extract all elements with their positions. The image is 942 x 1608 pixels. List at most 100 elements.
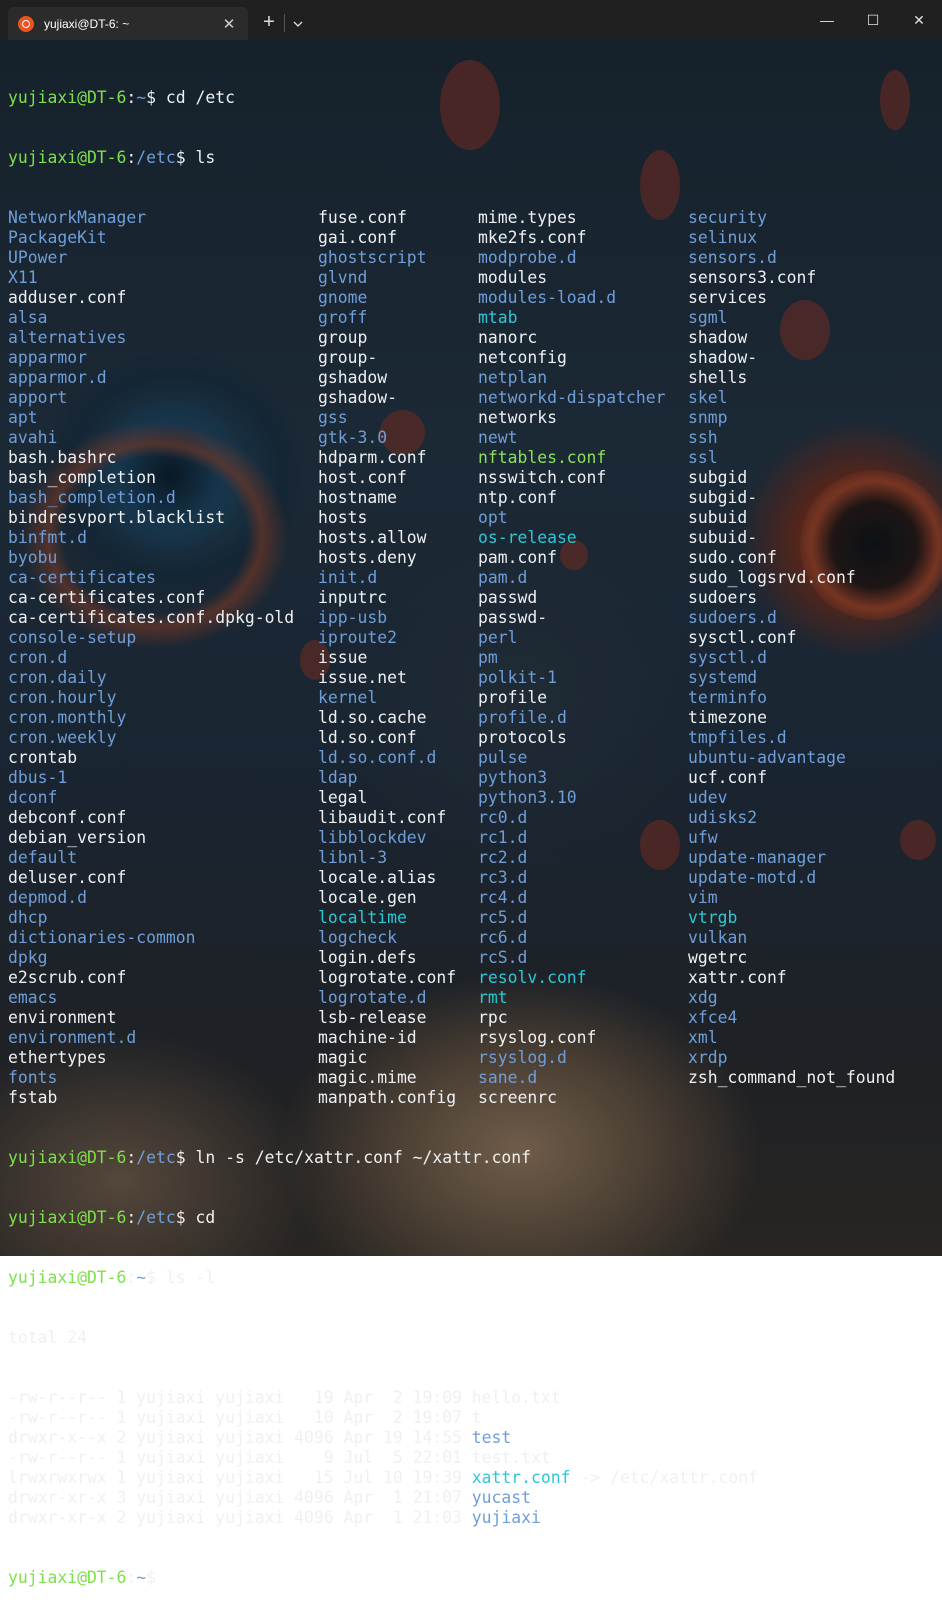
directory-entry: apparmor (8, 348, 87, 367)
file-entry: shadow- (688, 348, 758, 367)
prompt-line: yujiaxi@DT-6:~$ cd /etc (8, 88, 235, 107)
ls-row: dhcp localtime rc5.d vtrgb (8, 908, 938, 928)
directory-entry: logrotate.d (318, 988, 427, 1007)
ls-row: dpkg login.defs rcS.d wgetrc (8, 948, 938, 968)
prompt-user: yujiaxi@DT-6 (8, 1208, 127, 1227)
directory-entry: depmod.d (8, 888, 87, 907)
directory-entry: pm (478, 648, 498, 667)
file-entry: ucf.conf (688, 768, 767, 787)
directory-entry: ssl (688, 448, 718, 467)
directory-entry: xfce4 (688, 1008, 738, 1027)
file-entry: legal (318, 788, 368, 807)
directory-entry: logcheck (318, 928, 397, 947)
ls-row: apt gss networks snmp (8, 408, 938, 428)
file-entry: bash.bashrc (8, 448, 117, 467)
maximize-button[interactable]: ☐ (850, 0, 896, 40)
prompt-line: yujiaxi@DT-6:/etc$ ln -s /etc/xattr.conf… (8, 1148, 532, 1167)
file-entry: mime.types (478, 208, 577, 227)
symlink-target: -> /etc/xattr.conf (570, 1468, 758, 1487)
ls-row: ca-certificates.conf inputrc passwd sudoers (8, 588, 938, 608)
file-entry: machine-id (318, 1028, 417, 1047)
directory-entry: ssh (688, 428, 718, 447)
file-entry: subuid (688, 508, 748, 527)
directory-entry: xrdp (688, 1048, 728, 1067)
prompt-line: yujiaxi@DT-6:/etc$ cd (8, 1208, 216, 1227)
directory-entry: ubuntu-advantage (688, 748, 846, 767)
directory-entry: networkd-dispatcher (478, 388, 666, 407)
directory-entry: gtk-3.0 (318, 428, 388, 447)
prompt-path: /etc (136, 1208, 176, 1227)
file-entry: passwd (478, 588, 538, 607)
directory-entry: pam.d (478, 568, 528, 587)
file-metadata: drwxr-xr-x 3 yujiaxi yujiaxi 4096 Apr 1 … (8, 1488, 472, 1507)
file-entry: host.conf (318, 468, 407, 487)
file-entry: issue (318, 648, 368, 667)
file-entry: wgetrc (688, 948, 748, 967)
file-entry: hosts.deny (318, 548, 417, 567)
tab-dropdown-button[interactable] (285, 7, 311, 40)
tab-title: yujiaxi@DT-6: ~ (44, 16, 130, 31)
symlink-entry: resolv.conf (478, 968, 587, 987)
directory-entry: libnl-3 (318, 848, 388, 867)
directory-entry: dconf (8, 788, 58, 807)
file-entry: timezone (688, 708, 767, 727)
directory-entry: perl (478, 628, 518, 647)
directory-entry: groff (318, 308, 368, 327)
close-window-button[interactable]: ✕ (896, 0, 942, 40)
file-entry: fstab (8, 1088, 58, 1107)
file-entry: hostname (318, 488, 397, 507)
symlink-entry: vtrgb (688, 908, 738, 927)
ls-row: bash_completion host.conf nsswitch.conf sub… (8, 468, 938, 488)
directory-entry: sensors.d (688, 248, 777, 267)
text-cursor (165, 1568, 175, 1586)
ls-row: debian_version libblockdev rc1.d ufw (8, 828, 938, 848)
file-entry: subgid- (688, 488, 758, 507)
ls-row: e2scrub.conf logrotate.conf resolv.conf xat… (8, 968, 938, 988)
ls-row: UPower ghostscript modprobe.d sensors.d (8, 248, 938, 268)
ls-row: ca-certificates.conf.dpkg-old ipp-usb pass… (8, 608, 938, 628)
file-entry: sensors3.conf (688, 268, 817, 287)
file-entry: environment (8, 1008, 117, 1027)
ls-row: ethertypes magic rsyslog.d xrdp (8, 1048, 938, 1068)
ls-long-row: drwxr-xr-x 3 yujiaxi yujiaxi 4096 Apr 1 … (8, 1488, 938, 1508)
file-entry: issue.net (318, 668, 407, 687)
ls-row: emacs logrotate.d rmt xdg (8, 988, 938, 1008)
directory-entry: avahi (8, 428, 58, 447)
terminal-tab[interactable]: yujiaxi@DT-6: ~ ✕ (8, 7, 248, 40)
terminal-output[interactable]: yujiaxi@DT-6:~$ cd /etc yujiaxi@DT-6:/et… (8, 48, 938, 1608)
directory-entry: gss (318, 408, 348, 427)
tab-close-icon[interactable]: ✕ (218, 15, 240, 33)
file-entry: sudo.conf (688, 548, 777, 567)
directory-entry: netplan (478, 368, 548, 387)
directory-entry: sysctl.d (688, 648, 767, 667)
directory-entry: security (688, 208, 767, 227)
file-entry: profile (478, 688, 548, 707)
directory-entry: cron.daily (8, 668, 107, 687)
file-entry: ca-certificates.conf.dpkg-old (8, 608, 295, 627)
file-entry: networks (478, 408, 557, 427)
directory-entry: rsyslog.d (478, 1048, 567, 1067)
ls-long-row: lrwxrwxrwx 1 yujiaxi yujiaxi 15 Jul 10 1… (8, 1468, 938, 1488)
directory-entry: cron.d (8, 648, 68, 667)
file-entry: deluser.conf (8, 868, 127, 887)
directory-entry: ghostscript (318, 248, 427, 267)
file-entry: hosts.allow (318, 528, 427, 547)
ls-row: bash_completion.d hostname ntp.conf subgid- (8, 488, 938, 508)
directory-entry: environment.d (8, 1028, 137, 1047)
directory-entry: ipp-usb (318, 608, 388, 627)
ls-long-row: -rw-r--r-- 1 yujiaxi yujiaxi 10 Apr 2 19… (8, 1408, 938, 1428)
new-tab-button[interactable]: + (254, 7, 284, 40)
file-entry: group (318, 328, 368, 347)
file-entry: magic (318, 1048, 368, 1067)
file-entry: libaudit.conf (318, 808, 447, 827)
file-entry: debconf.conf (8, 808, 127, 827)
directory-entry: ldap (318, 768, 358, 787)
prompt-user: yujiaxi@DT-6 (8, 88, 127, 107)
directory-entry: NetworkManager (8, 208, 147, 227)
ls-row: dbus-1 ldap python3 ucf.conf (8, 768, 938, 788)
ls-row: crontab ld.so.conf.d pulse ubuntu-advantage (8, 748, 938, 768)
directory-entry: X11 (8, 268, 38, 287)
directory-entry: rc5.d (478, 908, 528, 927)
directory-entry: apport (8, 388, 68, 407)
minimize-button[interactable]: — (804, 0, 850, 40)
